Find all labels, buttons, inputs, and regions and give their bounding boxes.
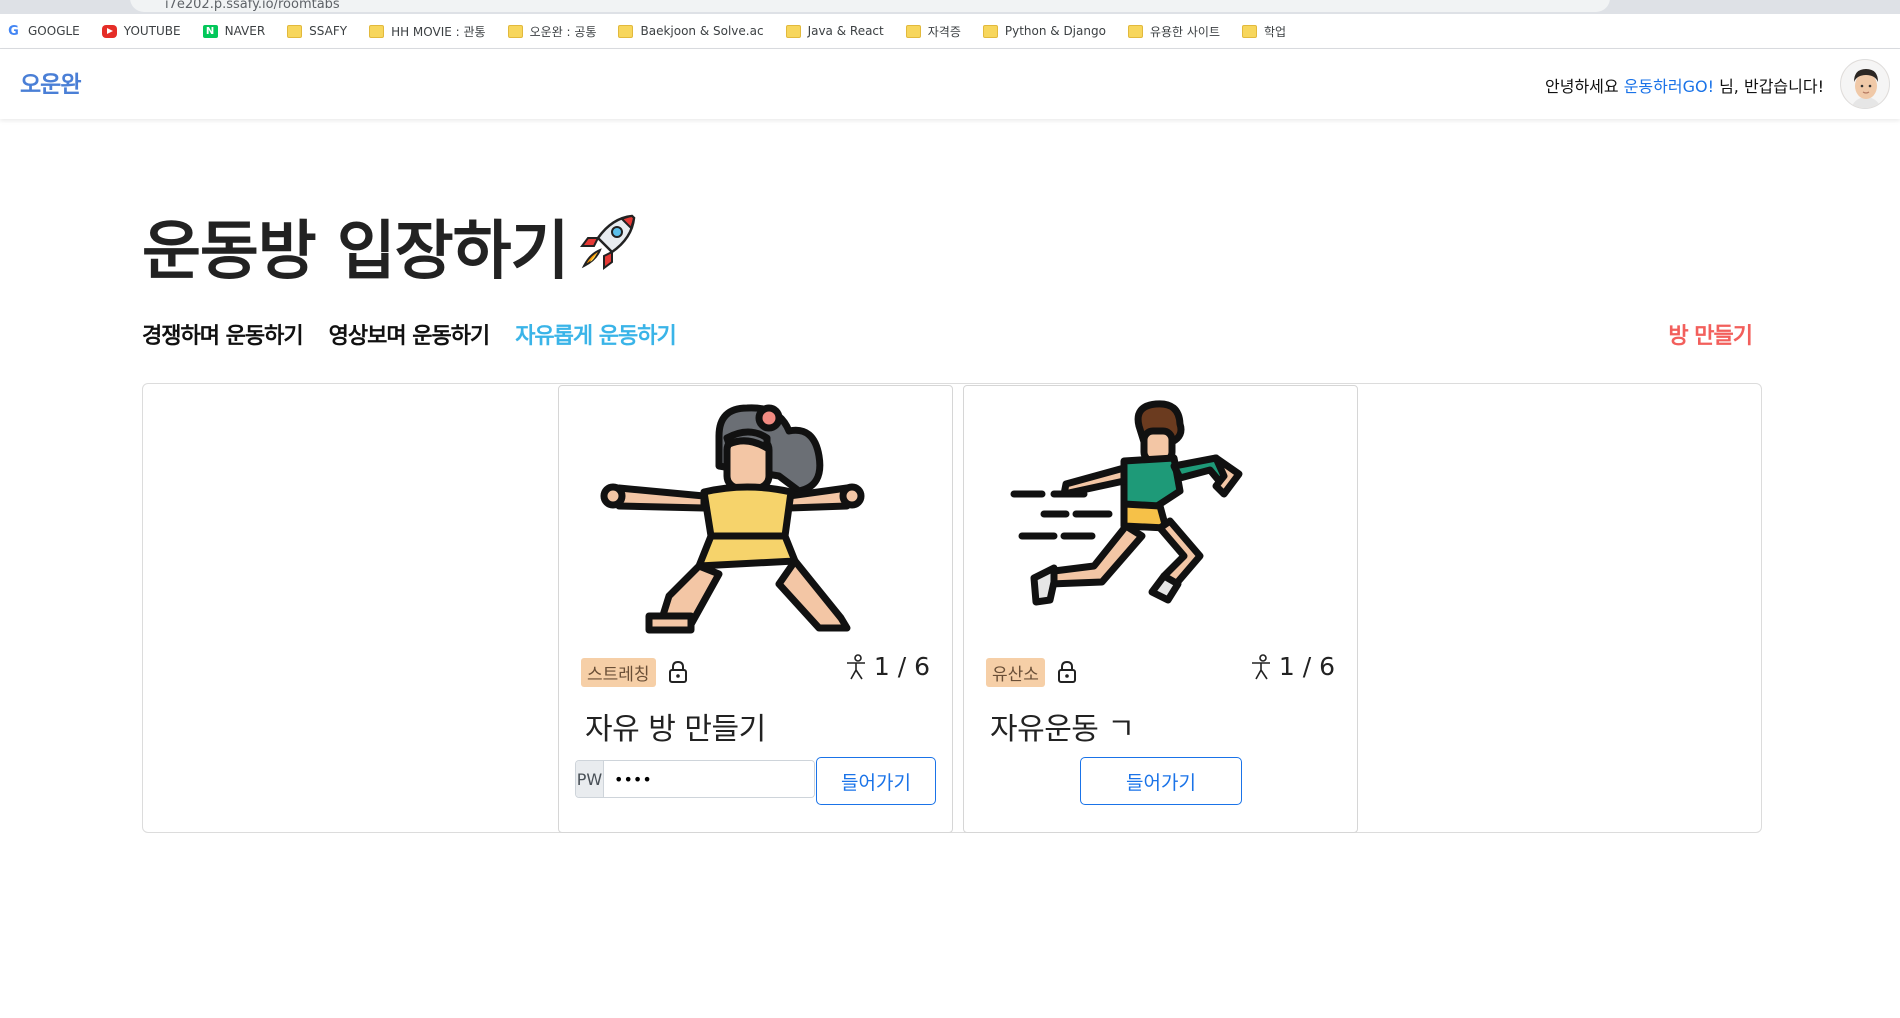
avatar-image [1841, 60, 1889, 108]
password-group: PW [575, 760, 815, 798]
folder-icon [1242, 24, 1257, 38]
greeting-prefix: 안녕하세요 [1545, 77, 1624, 96]
address-bar[interactable] [130, 0, 1610, 12]
bookmark-label: 유용한 사이트 [1149, 24, 1220, 39]
bookmark-useful-sites[interactable]: 유용한 사이트 [1127, 23, 1220, 40]
folder-icon [369, 24, 385, 38]
password-input[interactable] [604, 761, 814, 797]
room-card: 스트레칭 1 / 6 자유 방 만들기 PW 들어가기 [558, 385, 953, 833]
lock-icon [669, 660, 687, 683]
participant-count-text: 1 / 6 [1278, 652, 1335, 681]
bookmark-youtube[interactable]: YOUTUBE [101, 24, 181, 38]
bookmark-label: Python & Django [1004, 24, 1106, 38]
make-room-button[interactable]: 방 만들기 [1668, 318, 1753, 350]
tab-competition[interactable]: 경쟁하며 운동하기 [142, 318, 304, 350]
participant-count: 1 / 6 [844, 652, 930, 681]
person-exercise-icon [846, 653, 865, 679]
folder-icon [287, 24, 303, 38]
room-category-tag: 유산소 [986, 658, 1045, 687]
bookmark-naver[interactable]: N NAVER [202, 24, 266, 38]
bookmark-label: GOOGLE [28, 24, 80, 38]
room-type-tabs: 경쟁하며 운동하기 영상보며 운동하기 자유롭게 운동하기 [142, 318, 677, 350]
rocket-icon [580, 214, 636, 270]
browser-tab-strip: i7e202.p.ssafy.io/roomtabs [0, 0, 1900, 14]
greeting: 안녕하세요 운동하러GO! 님, 반갑습니다! [1545, 73, 1824, 97]
room-category-tag: 스트레칭 [581, 658, 656, 687]
google-icon: G [8, 23, 19, 39]
naver-icon: N [202, 24, 218, 38]
bookmark-java-react[interactable]: Java & React [785, 24, 884, 38]
bookmark-label: HH MOVIE : 관통 [391, 24, 486, 39]
bookmark-label: NAVER [224, 24, 266, 38]
bookmark-ssafy[interactable]: SSAFY [287, 24, 347, 38]
bookmark-label: 자격증 [927, 24, 961, 39]
tab-video[interactable]: 영상보며 운동하기 [329, 318, 491, 350]
avatar[interactable] [1840, 59, 1890, 109]
greeting-suffix: 님, 반갑습니다! [1714, 77, 1824, 96]
folder-icon [618, 24, 634, 38]
bookmark-owoonwan[interactable]: 오운완 : 공통 [507, 23, 597, 40]
bookmark-baekjoon[interactable]: Baekjoon & Solve.ac [618, 24, 764, 38]
folder-icon [785, 24, 801, 38]
room-title: 자유운동 ㄱ [990, 712, 1135, 747]
bookmark-label: 오운완 : 공통 [529, 24, 597, 39]
bookmark-label: YOUTUBE [123, 24, 181, 38]
folder-icon [1127, 24, 1143, 38]
lock-icon [1058, 660, 1076, 683]
bookmark-label: SSAFY [309, 24, 348, 38]
youtube-icon [101, 24, 117, 38]
participant-count: 1 / 6 [1249, 652, 1335, 681]
bookmark-certificate[interactable]: 자격증 [905, 23, 961, 40]
bookmark-label: Java & React [807, 24, 884, 38]
folder-icon [905, 24, 921, 38]
room-title: 자유 방 만들기 [585, 712, 766, 747]
stretching-illustration [600, 404, 865, 634]
bookmark-python-django[interactable]: Python & Django [982, 24, 1106, 38]
participant-count-text: 1 / 6 [873, 652, 930, 681]
bookmark-hh-movie[interactable]: HH MOVIE : 관통 [369, 23, 486, 40]
page-title: 운동방 입장하기 [142, 215, 569, 289]
bookmarks-bar: G GOOGLE YOUTUBE N NAVER SSAFY HH MOVIE : … [0, 14, 1900, 49]
app-header: 오운완 안녕하세요 운동하러GO! 님, 반갑습니다! [0, 49, 1900, 119]
username[interactable]: 운동하러GO! [1624, 77, 1714, 96]
folder-icon [507, 24, 523, 38]
password-label: PW [576, 761, 604, 797]
room-card: 유산소 1 / 6 자유운동 ㄱ 들어가기 [963, 385, 1358, 833]
enter-room-button[interactable]: 들어가기 [1080, 757, 1242, 805]
enter-room-button[interactable]: 들어가기 [816, 757, 936, 805]
person-exercise-icon [1251, 653, 1270, 679]
bookmark-label: Baekjoon & Solve.ac [640, 24, 764, 38]
running-illustration [1010, 400, 1243, 606]
app-logo[interactable]: 오운완 [20, 65, 81, 99]
address-bar-url: i7e202.p.ssafy.io/roomtabs [165, 0, 340, 12]
bookmark-label: 학업 [1264, 24, 1287, 39]
bookmark-study[interactable]: 학업 [1242, 23, 1286, 40]
tab-free[interactable]: 자유롭게 운동하기 [515, 318, 677, 350]
folder-icon [982, 24, 998, 38]
room-list-panel: 스트레칭 1 / 6 자유 방 만들기 PW 들어가기 [142, 383, 1762, 833]
bookmark-google[interactable]: G GOOGLE [6, 24, 80, 38]
